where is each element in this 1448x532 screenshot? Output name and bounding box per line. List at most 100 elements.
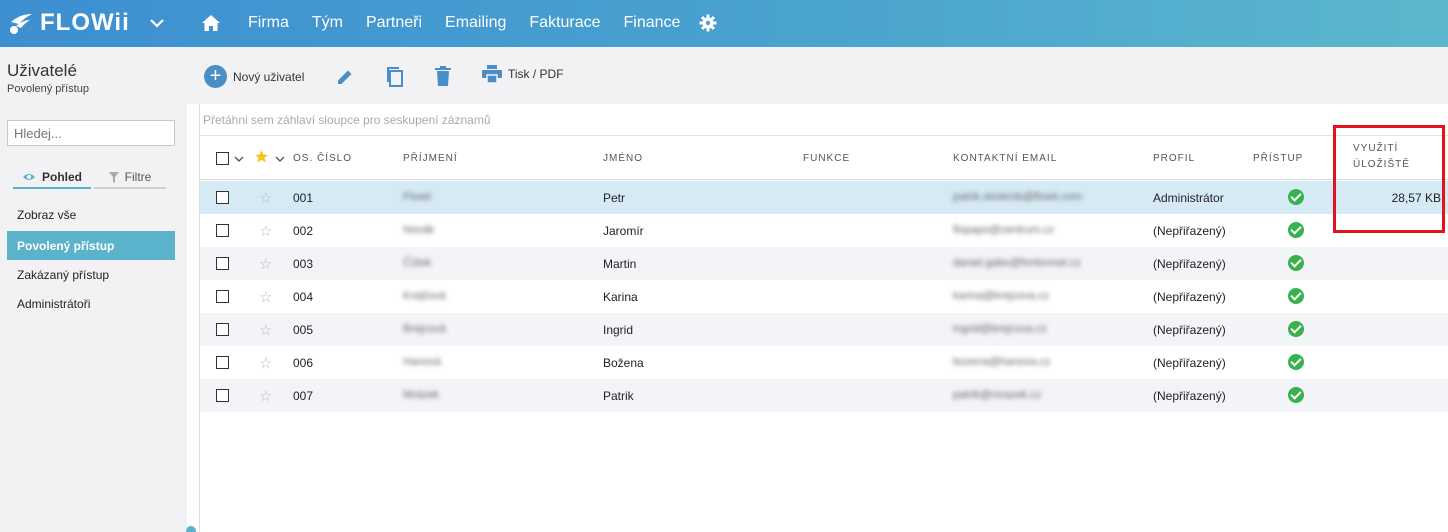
scroll-indicator: [186, 526, 196, 532]
printer-icon: [482, 65, 502, 83]
eye-icon: [22, 174, 35, 180]
nav-item-fakturace[interactable]: Fakturace: [529, 14, 600, 32]
print-button[interactable]: Tisk / PDF: [482, 65, 564, 83]
cell-name: Jaromír: [603, 224, 644, 238]
column-header-name[interactable]: Jméno: [603, 153, 643, 164]
delete-icon[interactable]: [435, 66, 451, 86]
view-item-admins[interactable]: Administrátoři: [7, 289, 175, 318]
flowii-logo-icon: [10, 14, 32, 34]
table-row[interactable]: ☆ 003 Čížek Martin daniel.gabo@fortionne…: [200, 247, 1448, 280]
cell-profile: (Nepřiřazený): [1153, 257, 1226, 271]
star-outline-icon[interactable]: ☆: [259, 255, 272, 273]
cell-name: Božena: [603, 356, 644, 370]
app-logo[interactable]: FLOWii: [8, 7, 130, 39]
cell-name: Karina: [603, 290, 638, 304]
row-checkbox[interactable]: [216, 191, 229, 204]
check-circle-icon: [1288, 354, 1304, 370]
cell-number: 007: [293, 389, 314, 403]
cell-name: Petr: [603, 191, 626, 205]
star-outline-icon[interactable]: ☆: [259, 354, 272, 372]
chevron-down-icon[interactable]: [148, 12, 166, 34]
chevron-down-icon[interactable]: [234, 156, 244, 162]
chevron-down-icon[interactable]: [275, 156, 285, 162]
row-checkbox[interactable]: [216, 257, 229, 270]
row-checkbox[interactable]: [216, 224, 229, 237]
view-item-all[interactable]: Zobraz vše: [7, 200, 175, 229]
cell-number: 005: [293, 323, 314, 337]
table-row[interactable]: ☆ 002 Novák Jaromír flopapo@centrum.cz (…: [200, 214, 1448, 247]
cell-profile: (Nepřiřazený): [1153, 290, 1226, 304]
row-checkbox[interactable]: [216, 389, 229, 402]
cell-number: 006: [293, 356, 314, 370]
nav-item-tym[interactable]: Tým: [312, 14, 343, 32]
cell-email: daniel.gabo@fortionnet.cz: [953, 257, 1081, 269]
cell-number: 001: [293, 191, 314, 205]
cell-email: patrik@mrazek.cz: [953, 389, 1042, 401]
select-all-checkbox[interactable]: [216, 152, 229, 165]
column-header-number[interactable]: Os. číslo: [293, 153, 352, 164]
row-checkbox[interactable]: [216, 290, 229, 303]
tab-view-label: Pohled: [41, 170, 82, 184]
nav-item-finance[interactable]: Finance: [624, 14, 681, 32]
column-header-access[interactable]: Přístup: [1253, 153, 1303, 164]
star-outline-icon[interactable]: ☆: [259, 387, 272, 405]
cell-surname: Flowii: [403, 191, 432, 203]
app-logo-text: FLOWii: [40, 9, 130, 36]
column-header-profile[interactable]: Profil: [1153, 153, 1195, 164]
star-outline-icon[interactable]: ☆: [259, 321, 272, 339]
copy-icon[interactable]: [385, 66, 405, 88]
row-checkbox[interactable]: [216, 323, 229, 336]
view-item-allowed[interactable]: Povolený přístup: [7, 231, 175, 260]
star-outline-icon[interactable]: ☆: [259, 288, 272, 306]
table-row[interactable]: ☆ 005 Brejcová Ingrid ingrid@brejcova.cz…: [200, 313, 1448, 346]
cell-email: ingrid@brejcova.cz: [953, 323, 1047, 335]
cell-email: karina@krejcova.cz: [953, 290, 1050, 302]
check-circle-icon: [1288, 321, 1304, 337]
cell-name: Ingrid: [603, 323, 634, 337]
print-label: Tisk / PDF: [508, 67, 564, 81]
column-header-function[interactable]: Funkce: [803, 153, 850, 164]
cell-profile: (Nepřiřazený): [1153, 389, 1226, 403]
cell-surname: Hanová: [403, 356, 441, 368]
group-drop-zone[interactable]: Přetáhni sem záhlaví sloupce pro seskupe…: [200, 104, 1448, 136]
tab-view[interactable]: Pohled: [13, 167, 91, 189]
home-icon[interactable]: [201, 13, 221, 33]
cell-surname: Novák: [403, 224, 435, 236]
users-grid: Přetáhni sem záhlaví sloupce pro seskupe…: [199, 104, 1448, 532]
nav-item-firma[interactable]: Firma: [248, 14, 289, 32]
cell-number: 003: [293, 257, 314, 271]
table-row[interactable]: ☆ 004 Krejčová Karina karina@krejcova.cz…: [200, 280, 1448, 313]
tab-filters[interactable]: Filtre: [94, 167, 166, 189]
star-filled-icon[interactable]: [254, 149, 269, 164]
left-panel: Uživatelé Povolený přístup Pohled Filtre…: [0, 47, 187, 532]
star-outline-icon[interactable]: ☆: [259, 189, 272, 207]
cell-email: bozena@hanova.cz: [953, 356, 1051, 368]
cell-number: 002: [293, 224, 314, 238]
gear-icon[interactable]: [699, 14, 717, 32]
cell-profile: (Nepřiřazený): [1153, 323, 1226, 337]
cell-surname: Mrázek: [403, 389, 440, 401]
star-outline-icon[interactable]: ☆: [259, 222, 272, 240]
new-user-button[interactable]: + Nový uživatel: [204, 65, 304, 88]
cell-name: Martin: [603, 257, 637, 271]
nav-item-emailing[interactable]: Emailing: [445, 14, 506, 32]
check-circle-icon: [1288, 222, 1304, 238]
top-navigation-bar: FLOWii Firma Tým Partneři Emailing Faktu…: [0, 0, 1448, 47]
filter-icon: [108, 171, 119, 183]
row-checkbox[interactable]: [216, 356, 229, 369]
cell-number: 004: [293, 290, 314, 304]
column-header-surname[interactable]: Příjmení: [403, 153, 458, 164]
view-item-denied[interactable]: Zakázaný přístup: [7, 260, 175, 289]
nav-item-partneri[interactable]: Partneři: [366, 14, 422, 32]
check-circle-icon: [1288, 189, 1304, 205]
search-input[interactable]: [7, 120, 175, 146]
table-row[interactable]: ☆ 006 Hanová Božena bozena@hanova.cz (Ne…: [200, 346, 1448, 379]
table-row[interactable]: ☆ 001 Flowii Petr patrik.skolenik@flowii…: [200, 181, 1448, 214]
cell-profile: Administrátor: [1153, 191, 1224, 205]
tab-filters-label: Filtre: [124, 170, 152, 184]
edit-icon[interactable]: [335, 67, 355, 87]
cell-surname: Brejcová: [403, 323, 446, 335]
toolbar: + Nový uživatel Tisk / PDF: [187, 47, 1448, 104]
table-row[interactable]: ☆ 007 Mrázek Patrik patrik@mrazek.cz (Ne…: [200, 379, 1448, 412]
column-header-email[interactable]: Kontaktní email: [953, 153, 1057, 164]
